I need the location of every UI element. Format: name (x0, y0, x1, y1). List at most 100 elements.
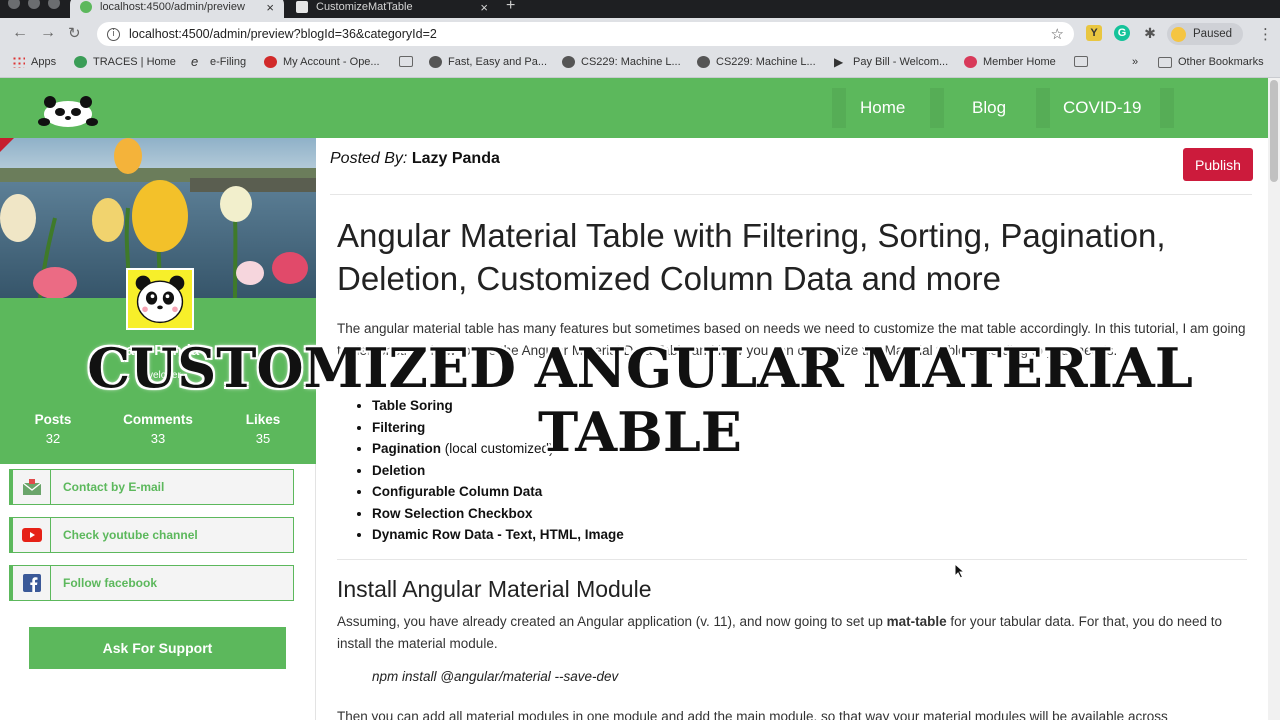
address-url: localhost:4500/admin/preview?blogId=36&c… (129, 27, 437, 41)
posted-by-label: Posted By: (330, 150, 408, 167)
bookmark-fast-easy[interactable]: Fast, Easy and Pa... (429, 56, 547, 68)
contact-facebook-button[interactable]: Follow facebook (9, 565, 294, 601)
apps-grid-icon (12, 56, 25, 68)
paybill-logo-icon: ▶ (834, 55, 844, 69)
facebook-icon (13, 566, 51, 600)
forward-arrow-icon[interactable]: → (40, 24, 56, 42)
grammarly-extension-icon[interactable]: G (1114, 25, 1130, 41)
bookmark-label: Fast, Easy and Pa... (448, 56, 548, 68)
publish-button[interactable]: Publish (1183, 148, 1253, 181)
para-text: Assuming, you have already created an An… (337, 614, 887, 629)
bookmark-label: Other Bookmarks (1178, 56, 1264, 68)
bookmark-folder[interactable] (1074, 56, 1094, 67)
bookmark-cs229-2[interactable]: CS229: Machine L... (697, 56, 816, 68)
profile-status: Paused (1193, 28, 1233, 40)
extensions-puzzle-icon[interactable]: ✱ (1142, 25, 1158, 41)
site-header: Home Blog COVID-19 (0, 78, 1268, 138)
folder-icon (1074, 56, 1088, 67)
folder-icon (1158, 56, 1172, 68)
globe-icon (562, 56, 575, 68)
contact-label: Contact by E-mail (63, 480, 165, 494)
install-paragraph: Assuming, you have already created an An… (337, 611, 1247, 654)
ask-for-support-button[interactable]: Ask For Support (29, 627, 286, 669)
feature-name: Dynamic Row Data - Text, HTML, Image (372, 527, 624, 542)
bookmark-cs229-1[interactable]: CS229: Machine L... (562, 56, 681, 68)
section-title: Install Angular Material Module (337, 576, 652, 602)
angular-favicon-icon (296, 1, 308, 13)
nav-separator (1160, 88, 1174, 128)
author-name[interactable]: Lazy Panda (412, 150, 500, 167)
email-icon (13, 470, 51, 504)
tab-title: localhost:4500/admin/preview (100, 1, 245, 13)
address-bar[interactable]: i localhost:4500/admin/preview?blogId=36… (97, 22, 1074, 46)
efiling-logo-icon: e (191, 54, 199, 69)
close-tab-icon[interactable]: × (480, 0, 488, 15)
close-tab-icon[interactable]: × (266, 0, 274, 15)
more-menu-icon[interactable]: ⋮ (1258, 25, 1273, 43)
site-info-icon[interactable]: i (107, 27, 120, 41)
traces-logo-icon (74, 56, 87, 68)
bookmark-label: CS229: Machine L... (581, 56, 681, 68)
bookmark-member-home[interactable]: Member Home (964, 56, 1056, 68)
nav-blog[interactable]: Blog (962, 88, 1016, 128)
list-item: Row Selection Checkbox (372, 503, 624, 525)
bookmark-folder[interactable] (399, 56, 419, 67)
tab-title: CustomizeMatTable (316, 1, 413, 13)
bookmark-label: e-Filing (210, 56, 247, 68)
contact-label: Follow facebook (63, 576, 158, 590)
browser-tab-preview[interactable]: localhost:4500/admin/preview × (70, 0, 284, 18)
bookmark-apps[interactable]: Apps (12, 56, 56, 68)
nav-home[interactable]: Home (850, 88, 915, 128)
close-window-icon[interactable] (8, 0, 20, 9)
browser-tab-strip: localhost:4500/admin/preview × Customize… (0, 0, 1280, 18)
bookmarks-bar: Apps TRACES | Home e e-Filing My Account… (0, 50, 1280, 78)
divider (330, 194, 1252, 195)
divider (337, 559, 1247, 560)
extension-y-icon[interactable]: Y (1086, 25, 1102, 41)
profile-button[interactable]: Paused (1167, 23, 1243, 45)
site-favicon-icon (80, 1, 92, 13)
posted-by: Posted By: Lazy Panda (330, 150, 500, 168)
list-item: Dynamic Row Data - Text, HTML, Image (372, 524, 624, 546)
video-caption-overlay: CUSTOMIZED ANGULAR MATERIAL TABLE (87, 336, 1193, 464)
globe-icon (429, 56, 442, 68)
nav-separator (1036, 88, 1050, 128)
list-item: Configurable Column Data (372, 481, 624, 503)
minimize-window-icon[interactable] (28, 0, 40, 9)
chevron-right-icon: » (1132, 56, 1139, 68)
bookmark-star-icon[interactable]: ☆ (1051, 25, 1064, 43)
panda-avatar-icon[interactable] (126, 268, 194, 330)
nav-covid[interactable]: COVID-19 (1053, 88, 1151, 128)
feature-name: Row Selection Checkbox (372, 505, 533, 521)
maximize-window-icon[interactable] (48, 0, 60, 9)
globe-icon (697, 56, 710, 68)
bookmark-label: Member Home (983, 56, 1056, 68)
browser-tab-customizemattable[interactable]: CustomizeMatTable × (286, 0, 498, 18)
bookmark-traces[interactable]: TRACES | Home (74, 56, 176, 68)
bookmark-other[interactable]: Other Bookmarks (1158, 56, 1264, 68)
screen: localhost:4500/admin/preview × Customize… (0, 0, 1280, 720)
panda-logo-icon[interactable] (36, 92, 100, 128)
bookmarks-overflow[interactable]: » (1132, 56, 1138, 68)
new-tab-icon[interactable]: + (506, 0, 515, 15)
reload-icon[interactable]: ↻ (68, 24, 81, 42)
youtube-icon (13, 518, 51, 552)
para-highlight: mat-table (886, 614, 947, 629)
back-arrow-icon[interactable]: ← (12, 24, 28, 42)
profile-avatar-icon (1171, 26, 1186, 42)
contact-youtube-button[interactable]: Check youtube channel (9, 517, 294, 553)
folder-icon (399, 56, 413, 67)
bookmark-pay-bill[interactable]: ▶ Pay Bill - Welcom... (834, 56, 948, 68)
bookmark-efiling[interactable]: e e-Filing (191, 54, 247, 69)
nav-separator (930, 88, 944, 128)
bookmark-my-account[interactable]: My Account - Ope... (264, 56, 380, 68)
page-scrollbar-thumb[interactable] (1270, 80, 1278, 182)
mouse-cursor-icon (954, 563, 966, 579)
feature-name: Deletion (372, 462, 426, 478)
modules-paragraph: Then you can add all material modules in… (337, 709, 1168, 720)
install-command: npm install @angular/material --save-dev (372, 669, 619, 684)
bookmark-label: CS229: Machine L... (716, 56, 816, 68)
browser-toolbar: ← → ↻ i localhost:4500/admin/preview?blo… (0, 18, 1280, 50)
contact-email-button[interactable]: Contact by E-mail (9, 469, 294, 505)
feature-name: Configurable Column Data (372, 484, 543, 499)
